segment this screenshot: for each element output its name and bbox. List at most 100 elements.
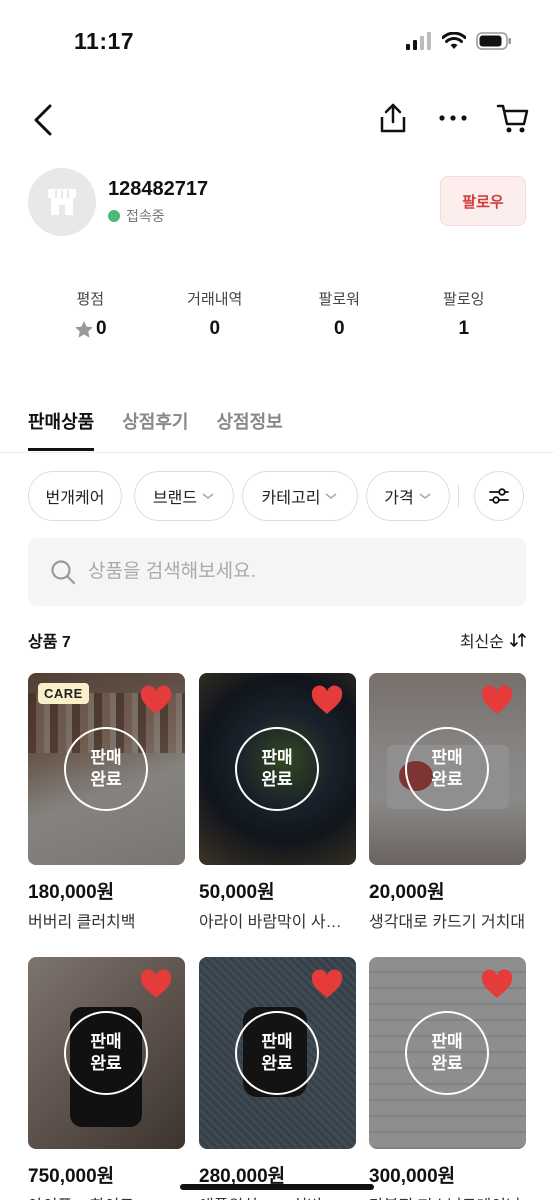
stat-label: 평점: [76, 291, 105, 308]
chevron-down-icon: [325, 493, 337, 499]
product-card[interactable]: 판매 완료 280,000원 애플워치se44실버: [199, 957, 356, 1200]
star-icon: [75, 320, 93, 338]
cellular-signal-icon: [406, 32, 431, 50]
status-bar: 11:17: [0, 0, 554, 80]
filter-settings-button[interactable]: [474, 471, 524, 521]
sort-button[interactable]: 최신순: [460, 628, 526, 652]
heart-icon[interactable]: [310, 969, 344, 999]
store-icon: [48, 189, 76, 215]
follow-button[interactable]: 팔로우: [440, 176, 526, 226]
stat-value: 0: [95, 318, 107, 339]
product-title: 애플워치se44실버: [199, 1192, 356, 1200]
filter-chip-category[interactable]: 카테고리: [242, 471, 358, 521]
product-card[interactable]: 판매 완료 300,000원 마블핏 퍼스널트레이닝: [369, 957, 526, 1200]
filter-chip-label: 번개케어: [45, 490, 105, 507]
stat-value: 0: [209, 318, 221, 339]
product-image: 판매 완료: [369, 957, 526, 1149]
sold-out-badge: 판매 완료: [235, 1011, 319, 1095]
more-dots-icon: [439, 115, 467, 121]
sold-out-badge: 판매 완료: [64, 727, 148, 811]
shop-stats: 평점 0 거래내역 0 팔로워 0 팔로잉 1: [28, 288, 526, 340]
stat-following[interactable]: 팔로잉 1: [402, 288, 527, 340]
filter-chip-label: 카테고리: [261, 490, 321, 507]
heart-icon[interactable]: [310, 685, 344, 715]
wifi-icon: [442, 32, 466, 49]
avatar[interactable]: [28, 168, 96, 236]
sold-out-badge: 판매 완료: [64, 1011, 148, 1095]
sort-label: 최신순: [459, 634, 504, 651]
battery-icon: [476, 32, 511, 50]
divider: [0, 452, 554, 453]
status-icons: [406, 32, 512, 50]
filter-chip-brand[interactable]: 브랜드: [134, 471, 234, 521]
filter-bar: 번개케어 브랜드 카테고리 가격: [28, 471, 554, 521]
status-time: 11:17: [74, 28, 135, 54]
share-button[interactable]: [376, 100, 410, 136]
online-status: 접속중: [108, 206, 165, 226]
product-price: 180,000원: [28, 882, 115, 903]
product-title: 아라이 바람막이 사이즈 L: [199, 914, 356, 931]
list-header: 상품 7 최신순: [28, 628, 526, 652]
chevron-left-icon: [34, 104, 52, 136]
heart-icon[interactable]: [139, 969, 173, 999]
care-badge: CARE: [38, 683, 89, 704]
tab-info[interactable]: 상점정보: [217, 408, 283, 451]
more-button[interactable]: [436, 100, 470, 136]
divider: [458, 485, 459, 507]
stat-followers[interactable]: 팔로워 0: [277, 288, 402, 340]
product-image: 판매 완료: [28, 957, 185, 1149]
sold-out-badge: 판매 완료: [405, 727, 489, 811]
stat-label: 팔로잉: [443, 291, 485, 308]
product-price: 20,000원: [369, 882, 445, 903]
product-count: 상품 7: [28, 634, 71, 651]
online-status-label: 접속중: [126, 208, 165, 224]
heart-icon[interactable]: [480, 685, 514, 715]
heart-icon[interactable]: [139, 685, 173, 715]
product-price: 300,000원: [369, 1166, 456, 1187]
product-title: 마블핏 퍼스널트레이닝: [369, 1192, 526, 1200]
product-card[interactable]: 판매 완료 750,000원 아이폰13화이트128: [28, 957, 185, 1200]
chevron-down-icon: [419, 493, 431, 499]
chevron-down-icon: [202, 493, 214, 499]
filter-chip-label: 가격: [384, 490, 414, 507]
tab-products[interactable]: 판매상품: [28, 408, 95, 451]
sliders-icon: [489, 488, 509, 504]
home-indicator[interactable]: [180, 1184, 374, 1190]
product-title: 버버리 클러치백: [28, 914, 136, 931]
product-image: CARE 판매 완료: [28, 673, 185, 865]
shop-name: 128482717: [108, 178, 209, 200]
product-image: 판매 완료: [199, 957, 356, 1149]
stat-label: 거래내역: [187, 291, 243, 308]
product-search: [28, 538, 526, 606]
sold-out-badge: 판매 완료: [405, 1011, 489, 1095]
filter-chip-label: 브랜드: [152, 490, 198, 507]
back-button[interactable]: [28, 100, 60, 140]
product-price: 750,000원: [28, 1166, 115, 1187]
product-card[interactable]: 판매 완료 20,000원 생각대로 카드기 거치대: [369, 673, 526, 932]
heart-icon[interactable]: [480, 969, 514, 999]
nav-bar: [0, 90, 554, 150]
stat-rating[interactable]: 평점 0: [28, 288, 153, 340]
product-title: 생각대로 카드기 거치대: [369, 914, 526, 931]
stat-transactions[interactable]: 거래내역 0: [153, 288, 278, 340]
stat-value: 0: [333, 318, 345, 339]
tab-reviews[interactable]: 상점후기: [122, 408, 188, 451]
shop-profile: 128482717 접속중 팔로우: [28, 168, 526, 238]
product-card[interactable]: 판매 완료 50,000원 아라이 바람막이 사이즈 L: [199, 673, 356, 932]
cart-button[interactable]: [496, 100, 530, 136]
filter-chip-price[interactable]: 가격: [366, 471, 450, 521]
sort-arrows-icon: [510, 633, 526, 647]
product-image: 판매 완료: [199, 673, 356, 865]
product-image: 판매 완료: [369, 673, 526, 865]
product-title: 아이폰13화이트128: [28, 1192, 185, 1200]
sold-out-badge: 판매 완료: [235, 727, 319, 811]
stat-label: 팔로워: [318, 291, 360, 308]
stat-value: 1: [458, 318, 470, 339]
search-icon: [51, 560, 76, 585]
product-price: 50,000원: [199, 882, 275, 903]
search-input[interactable]: [88, 561, 468, 583]
filter-chip-care[interactable]: 번개케어: [28, 471, 122, 521]
product-card[interactable]: CARE 판매 완료 180,000원 버버리 클러치백: [28, 673, 185, 932]
shop-tabs: 판매상품 상점후기 상점정보: [28, 408, 283, 451]
share-icon: [380, 103, 406, 133]
